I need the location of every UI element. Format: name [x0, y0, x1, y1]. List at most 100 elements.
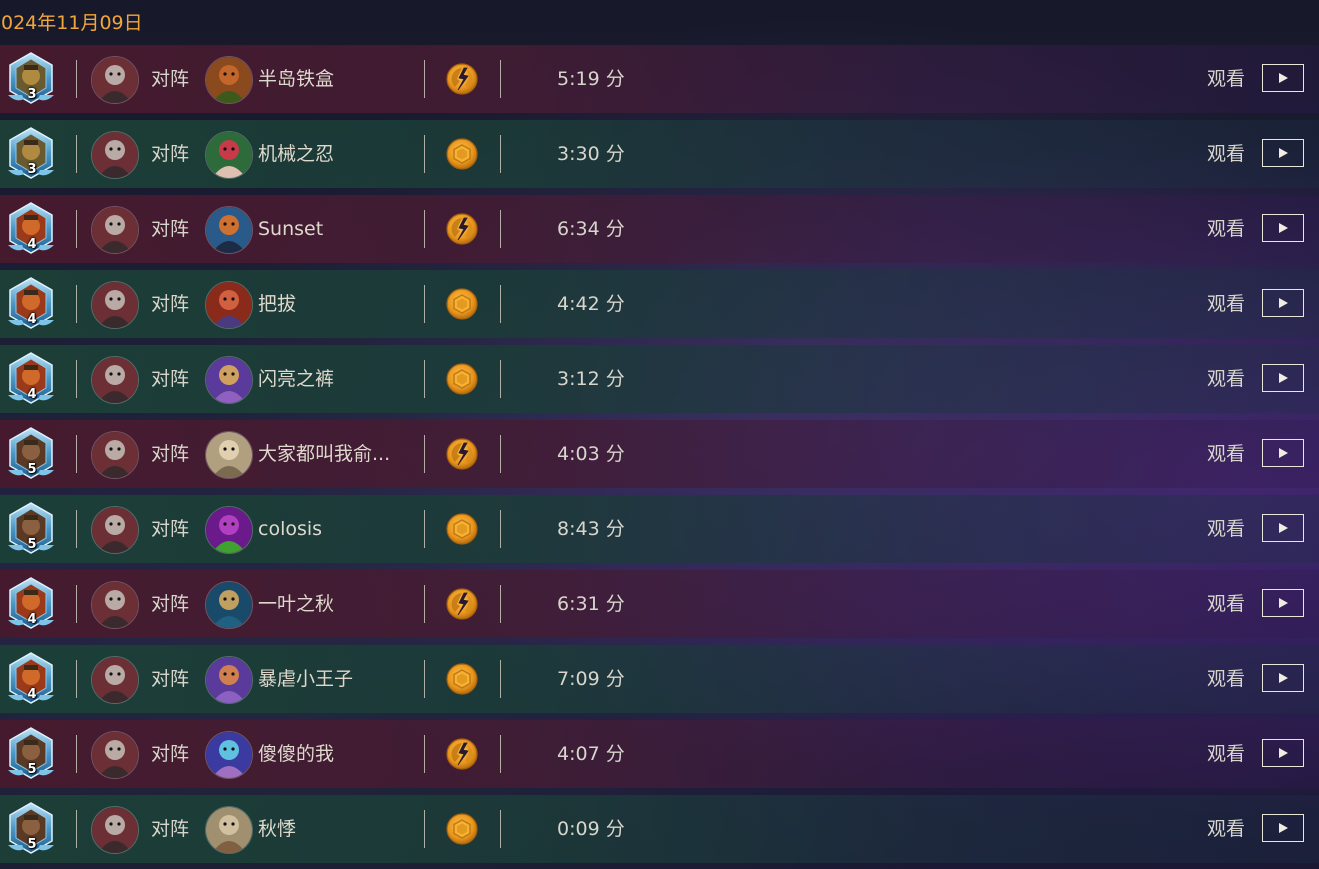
rank-badge-icon: 5 [6, 726, 56, 782]
match-row: 5 对阵 秋悸 0:09 分 观看 [0, 795, 1319, 863]
opponent-hero-portrait-icon [205, 206, 253, 254]
opponent-hero-portrait-icon [205, 281, 253, 329]
opponent-name: 暴虐小王子 [258, 668, 354, 690]
divider [424, 135, 425, 173]
divider [424, 210, 425, 248]
play-icon [1279, 148, 1288, 158]
match-duration: 4:03 分 [557, 443, 625, 465]
divider [500, 435, 501, 473]
match-duration: 8:43 分 [557, 518, 625, 540]
loss-broken-coin-icon [445, 437, 479, 471]
play-replay-button[interactable] [1262, 739, 1304, 767]
rank-number: 3 [27, 87, 37, 102]
play-icon [1279, 748, 1288, 758]
play-replay-button[interactable] [1262, 664, 1304, 692]
match-row: 4 对阵 Sunset 6:34 分 观看 [0, 195, 1319, 263]
opponent-hero-portrait-icon [205, 356, 253, 404]
player-hero-portrait-icon [91, 56, 139, 104]
play-replay-button[interactable] [1262, 214, 1304, 242]
opponent-name: 半岛铁盒 [258, 68, 335, 90]
divider [76, 435, 77, 473]
opponent-hero-portrait-icon [205, 506, 253, 554]
versus-label: 对阵 [151, 518, 190, 540]
player-hero-portrait-icon [91, 356, 139, 404]
versus-label: 对阵 [151, 218, 190, 240]
rank-badge-icon: 3 [6, 126, 56, 182]
rank-number: 5 [27, 837, 37, 852]
rank-number: 4 [27, 237, 37, 252]
match-row: 5 对阵 傻傻的我 4:07 分 观看 [0, 720, 1319, 788]
watch-link[interactable]: 观看 [1207, 141, 1245, 167]
watch-link[interactable]: 观看 [1207, 66, 1245, 92]
opponent-name: 傻傻的我 [258, 743, 335, 765]
play-replay-button[interactable] [1262, 514, 1304, 542]
divider [76, 660, 77, 698]
play-replay-button[interactable] [1262, 589, 1304, 617]
opponent-hero-portrait-icon [205, 131, 253, 179]
rank-badge-icon: 5 [6, 426, 56, 482]
divider [424, 660, 425, 698]
win-coin-icon [445, 812, 479, 846]
play-replay-button[interactable] [1262, 439, 1304, 467]
divider [500, 360, 501, 398]
divider [424, 510, 425, 548]
rank-badge-icon: 4 [6, 201, 56, 257]
divider [76, 585, 77, 623]
watch-link[interactable]: 观看 [1207, 816, 1245, 842]
watch-link[interactable]: 观看 [1207, 366, 1245, 392]
play-icon [1279, 448, 1288, 458]
watch-link[interactable]: 观看 [1207, 666, 1245, 692]
play-replay-button[interactable] [1262, 289, 1304, 317]
match-row: 3 对阵 机械之忍 3:30 分 观看 [0, 120, 1319, 188]
watch-link[interactable]: 观看 [1207, 291, 1245, 317]
versus-label: 对阵 [151, 818, 190, 840]
divider [76, 360, 77, 398]
watch-link[interactable]: 观看 [1207, 216, 1245, 242]
opponent-name: 大家都叫我俞... [258, 443, 391, 465]
opponent-name: 秋悸 [258, 818, 297, 840]
rank-number: 5 [27, 537, 37, 552]
watch-link[interactable]: 观看 [1207, 516, 1245, 542]
watch-link[interactable]: 观看 [1207, 441, 1245, 467]
play-icon [1279, 373, 1288, 383]
opponent-hero-portrait-icon [205, 581, 253, 629]
watch-link[interactable]: 观看 [1207, 741, 1245, 767]
player-hero-portrait-icon [91, 656, 139, 704]
play-replay-button[interactable] [1262, 814, 1304, 842]
player-hero-portrait-icon [91, 431, 139, 479]
win-coin-icon [445, 137, 479, 171]
match-row: 5 对阵 大家都叫我俞... 4:03 分 观看 [0, 420, 1319, 488]
play-icon [1279, 298, 1288, 308]
versus-label: 对阵 [151, 68, 190, 90]
divider [76, 810, 77, 848]
divider [76, 60, 77, 98]
play-replay-button[interactable] [1262, 139, 1304, 167]
rank-number: 3 [27, 162, 37, 177]
loss-broken-coin-icon [445, 62, 479, 96]
play-icon [1279, 523, 1288, 533]
win-coin-icon [445, 287, 479, 321]
player-hero-portrait-icon [91, 131, 139, 179]
divider [500, 510, 501, 548]
match-duration: 0:09 分 [557, 818, 625, 840]
match-duration: 5:19 分 [557, 68, 625, 90]
divider [424, 60, 425, 98]
play-icon [1279, 673, 1288, 683]
versus-label: 对阵 [151, 668, 190, 690]
play-replay-button[interactable] [1262, 64, 1304, 92]
opponent-name: 一叶之秋 [258, 593, 335, 615]
watch-link[interactable]: 观看 [1207, 591, 1245, 617]
play-replay-button[interactable] [1262, 364, 1304, 392]
rank-badge-icon: 5 [6, 501, 56, 557]
opponent-name: 把拔 [258, 293, 297, 315]
player-hero-portrait-icon [91, 506, 139, 554]
divider [76, 210, 77, 248]
match-row: 4 对阵 一叶之秋 6:31 分 观看 [0, 570, 1319, 638]
match-row: 5 对阵 colosis 8:43 分 观看 [0, 495, 1319, 563]
loss-broken-coin-icon [445, 587, 479, 621]
versus-label: 对阵 [151, 143, 190, 165]
versus-label: 对阵 [151, 443, 190, 465]
rank-number: 4 [27, 312, 37, 327]
divider [76, 135, 77, 173]
divider [500, 810, 501, 848]
